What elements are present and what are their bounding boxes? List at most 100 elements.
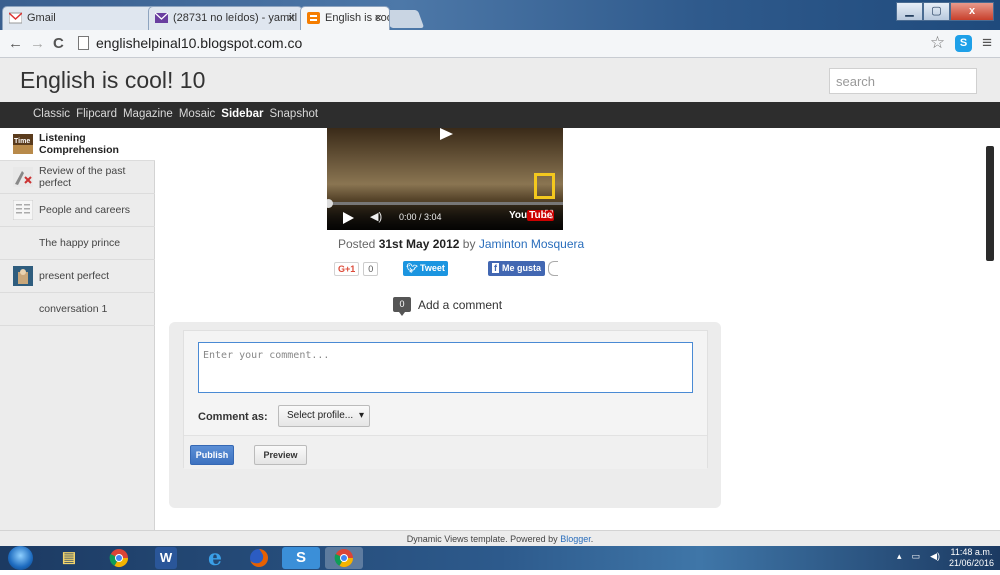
comment-count-badge: 0	[393, 297, 411, 316]
forward-arrow-icon[interactable]: →	[30, 35, 45, 52]
maximize-button[interactable]: ▢	[923, 2, 950, 21]
chrome-icon[interactable]	[100, 547, 138, 569]
posted-prefix: Posted	[338, 237, 376, 251]
word-icon[interactable]: W	[155, 547, 177, 569]
svg-text:Time: Time	[14, 138, 30, 145]
reload-icon[interactable]: C	[53, 35, 64, 52]
network-icon[interactable]: ▭	[912, 551, 921, 562]
window-controls: ▁ ▢ x	[896, 2, 994, 21]
tab-english-is-cool[interactable]: English is cool! 10 ×	[300, 6, 390, 30]
progress-handle[interactable]	[327, 199, 333, 208]
tab-label: (28731 no leídos) - yamitl	[173, 12, 298, 24]
gplus-label: G+1	[334, 261, 360, 276]
explorer-icon[interactable]: ▤	[50, 547, 88, 569]
view-magazine[interactable]: Magazine	[123, 108, 173, 120]
sidebar-item-label: People and careers	[39, 204, 131, 216]
sidebar-item-people-and-careers[interactable]: People and careers	[0, 194, 155, 227]
view-snapshot[interactable]: Snapshot	[269, 108, 318, 120]
menu-icon[interactable]: ≡	[982, 34, 992, 52]
posted-by: by	[462, 237, 476, 251]
fb-like-button[interactable]: f Me gusta	[488, 261, 559, 276]
comment-actions: Publish Preview	[184, 435, 707, 469]
video-controls: ◀) 0:00 / 3:04 You Tube ⛶	[327, 199, 563, 230]
gmail-icon	[8, 12, 23, 24]
view-classic[interactable]: Classic	[33, 108, 70, 120]
ie-icon[interactable]: e	[196, 547, 234, 569]
close-icon[interactable]: ×	[374, 10, 382, 25]
browser-tab-bar: Gmail × (28731 no leídos) - yamitl × Eng…	[0, 0, 1000, 30]
page-scrollbar[interactable]	[986, 146, 994, 261]
url-text: englishelpinal10.blogspot.com.co	[96, 35, 303, 51]
fb-count-bubble	[548, 261, 559, 276]
doc-thumb-icon	[12, 199, 34, 221]
profile-select-value: Select profile...	[287, 410, 354, 421]
comment-form: Enter your comment... Comment as: Select…	[183, 330, 708, 469]
post-date: 31st May 2012	[378, 237, 460, 251]
clock[interactable]: 11:48 a.m. 21/06/2016	[949, 547, 994, 569]
play-icon[interactable]	[343, 212, 354, 224]
twitter-bird-icon: 🐦︎	[406, 263, 418, 273]
blogger-icon	[307, 12, 320, 24]
tab-mail-inbox[interactable]: (28731 no leídos) - yamitl ×	[148, 6, 303, 30]
comment-textarea[interactable]: Enter your comment...	[198, 342, 693, 393]
publish-button[interactable]: Publish	[190, 445, 234, 465]
preview-button[interactable]: Preview	[254, 445, 307, 465]
blogger-link[interactable]: Blogger	[560, 534, 591, 544]
sidebar-item-label: present perfect	[39, 270, 110, 282]
search-input[interactable]: search	[829, 68, 977, 94]
page-icon	[78, 36, 89, 50]
fb-like-label: Me gusta	[502, 263, 542, 273]
minimize-button[interactable]: ▁	[896, 2, 923, 21]
skype-icon[interactable]: S	[282, 547, 320, 569]
add-comment-link[interactable]: Add a comment	[418, 298, 502, 312]
tools-thumb-icon	[13, 167, 33, 187]
comment-as-label: Comment as:	[198, 411, 268, 423]
author-link[interactable]: Jaminton Mosquera	[479, 237, 584, 251]
blog-header: English is cool! 10 search	[0, 58, 1000, 102]
blog-footer: Dynamic Views template. Powered by Blogg…	[0, 530, 1000, 546]
start-button[interactable]	[8, 546, 33, 570]
bookmark-star-icon[interactable]: ☆	[930, 34, 945, 52]
view-flipcard[interactable]: Flipcard	[76, 108, 117, 120]
sidebar-item-conversation-1[interactable]: conversation 1	[0, 293, 155, 326]
sidebar-item-listening-comprehension[interactable]: Time Listening Comprehension	[0, 128, 155, 161]
big-play-icon[interactable]	[440, 128, 453, 140]
tray-arrow-icon[interactable]: ▴	[897, 551, 902, 562]
firefox-icon[interactable]	[240, 547, 278, 569]
video-player[interactable]: ◀) 0:00 / 3:04 You Tube ⛶	[327, 128, 563, 230]
taskbar: ▤ W e S ▴ ▭ ◀) 11:48 a.m. 21/06/2016	[0, 546, 1000, 570]
back-arrow-icon[interactable]: ←	[8, 35, 23, 52]
video-thumb-icon: Time	[13, 134, 33, 154]
post-sidebar: Time Listening Comprehension Review of t…	[0, 128, 155, 530]
view-sidebar[interactable]: Sidebar	[221, 108, 263, 120]
dropdown-arrow-icon: ▾	[358, 410, 364, 421]
post-meta: Posted 31st May 2012 by Jaminton Mosquer…	[338, 237, 584, 251]
view-mosaic[interactable]: Mosaic	[179, 108, 215, 120]
video-time: 0:00 / 3:04	[399, 212, 442, 222]
sidebar-item-present-perfect[interactable]: present perfect	[0, 260, 155, 293]
sidebar-item-review-past-perfect[interactable]: Review of the past perfect	[0, 161, 155, 194]
profile-select[interactable]: Select profile... ▾	[278, 405, 370, 427]
speaker-icon[interactable]: ◀)	[930, 551, 940, 562]
sidebar-item-happy-prince[interactable]: The happy prince	[0, 227, 155, 260]
close-icon[interactable]: ×	[287, 10, 295, 25]
sidebar-item-label: The happy prince	[39, 237, 121, 249]
fullscreen-icon[interactable]: ⛶	[545, 209, 553, 222]
skype-extension-icon[interactable]: S	[955, 34, 973, 52]
blog-title[interactable]: English is cool! 10	[20, 67, 205, 94]
volume-icon[interactable]: ◀)	[370, 210, 382, 223]
facebook-icon: f	[492, 263, 499, 273]
footer-text: Dynamic Views template. Powered by	[406, 534, 558, 544]
system-tray: ▴ ▭ ◀)	[897, 551, 940, 562]
tweet-button[interactable]: 🐦︎ Tweet	[403, 261, 448, 276]
mail-icon	[154, 12, 169, 24]
window-close-button[interactable]: x	[950, 2, 994, 21]
gplus-button[interactable]: G+1 0	[334, 261, 379, 276]
views-bar: Classic Flipcard Magazine Mosaic Sidebar…	[0, 102, 1000, 128]
chrome-active-icon[interactable]	[325, 547, 363, 569]
video-progress-bar[interactable]	[327, 199, 563, 208]
address-bar[interactable]: englishelpinal10.blogspot.com.co	[76, 33, 936, 55]
sidebar-item-label: conversation 1	[39, 303, 108, 315]
sidebar-item-label: Listening Comprehension	[39, 132, 119, 156]
gplus-count: 0	[363, 261, 379, 276]
